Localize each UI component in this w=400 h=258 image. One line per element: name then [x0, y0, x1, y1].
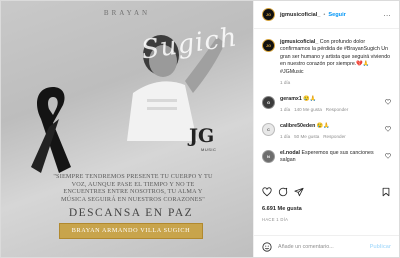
- add-comment-bar: Añade un comentario... Publicar: [254, 235, 399, 257]
- post-date: HACE 1 DÍA: [262, 217, 289, 222]
- avatar[interactable]: G: [262, 96, 275, 110]
- jg-music-logo-sub: MUSIC: [201, 147, 217, 152]
- avatar[interactable]: N: [262, 150, 275, 164]
- comment-username[interactable]: calibre50eden: [280, 123, 315, 129]
- reply-button[interactable]: Responder: [323, 134, 345, 139]
- instagram-post: BRAYAN Sugich JG MUSIC "SIEMPRE TENDREMO…: [0, 0, 400, 258]
- comment-icon[interactable]: [278, 187, 288, 197]
- caption-body: jgmusicoficial_ Con profundo dolor confi…: [280, 39, 391, 86]
- avatar[interactable]: JG: [262, 8, 275, 21]
- post-header: JG jgmusicoficial_ • Seguir ...: [254, 1, 399, 29]
- comment-body: calibre50eden 😢🙏 1 día 50 Me gusta Respo…: [280, 123, 391, 140]
- mourning-ribbon-icon: [31, 87, 71, 173]
- comment-text: 😢🙏: [301, 96, 317, 103]
- heart-icon[interactable]: [385, 99, 391, 106]
- list-item: N el.nodal Esperemos que sus canciones s…: [262, 150, 391, 164]
- heart-icon[interactable]: [262, 187, 272, 197]
- comment-body: el.nodal Esperemos que sus canciones sal…: [280, 150, 391, 164]
- comment-time: 1 día: [280, 134, 291, 140]
- publish-button[interactable]: Publicar: [370, 244, 391, 250]
- action-bar: [262, 187, 391, 197]
- caption-username[interactable]: jgmusicoficial_: [280, 39, 318, 45]
- comment-likes[interactable]: 140 Me gusta: [294, 107, 322, 112]
- more-options-icon[interactable]: ...: [384, 11, 391, 18]
- avatar[interactable]: JG: [262, 39, 275, 52]
- post-side-panel: JG jgmusicoficial_ • Seguir ... JG jgmus…: [253, 1, 399, 257]
- comment-username[interactable]: el.nodal: [280, 150, 300, 156]
- comment-input[interactable]: Añade un comentario...: [278, 244, 370, 250]
- comment-meta: 1 día 140 Me gusta Responder: [280, 106, 381, 113]
- list-item: G geramx1 😢🙏 1 día 140 Me gusta Responde…: [262, 96, 391, 113]
- name-banner: BRAYAN ARMANDO VILLA SUGICH: [59, 223, 203, 239]
- caption-time: 1 día: [280, 80, 291, 86]
- likes-count[interactable]: 6.691 Me gusta: [262, 206, 302, 212]
- list-item: C calibre50eden 😢🙏 1 día 50 Me gusta Res…: [262, 123, 391, 140]
- avatar[interactable]: C: [262, 123, 275, 137]
- comment-username[interactable]: geramx1: [280, 96, 302, 102]
- share-icon[interactable]: [294, 187, 304, 197]
- image-top-text: BRAYAN: [103, 9, 151, 17]
- follow-button[interactable]: Seguir: [328, 12, 345, 18]
- reply-button[interactable]: Responder: [326, 107, 348, 112]
- heart-icon[interactable]: [385, 126, 391, 133]
- memorial-quote: "SIEMPRE TENDREMOS PRESENTE TU CUERPO Y …: [53, 173, 213, 203]
- comment-meta: 1 día 50 Me gusta Responder: [280, 133, 381, 140]
- comment-text: 😢🙏: [315, 123, 331, 130]
- comments-list: JG jgmusicoficial_ Con profundo dolor co…: [254, 31, 399, 181]
- header-username[interactable]: jgmusicoficial_: [280, 12, 320, 18]
- rest-in-peace-text: DESCANSA EN PAZ: [68, 207, 194, 219]
- jg-music-logo: JG: [189, 125, 215, 147]
- bookmark-icon[interactable]: [381, 187, 391, 197]
- comment-time: 1 día: [280, 107, 291, 113]
- emoji-icon[interactable]: [262, 241, 272, 252]
- post-image[interactable]: BRAYAN Sugich JG MUSIC "SIEMPRE TENDREMO…: [1, 1, 253, 257]
- comment-likes[interactable]: 50 Me gusta: [294, 134, 319, 139]
- comment-body: geramx1 😢🙏 1 día 140 Me gusta Responder: [280, 96, 391, 113]
- caption: JG jgmusicoficial_ Con profundo dolor co…: [262, 39, 391, 86]
- header-separator: •: [323, 11, 326, 18]
- heart-icon[interactable]: [385, 153, 391, 160]
